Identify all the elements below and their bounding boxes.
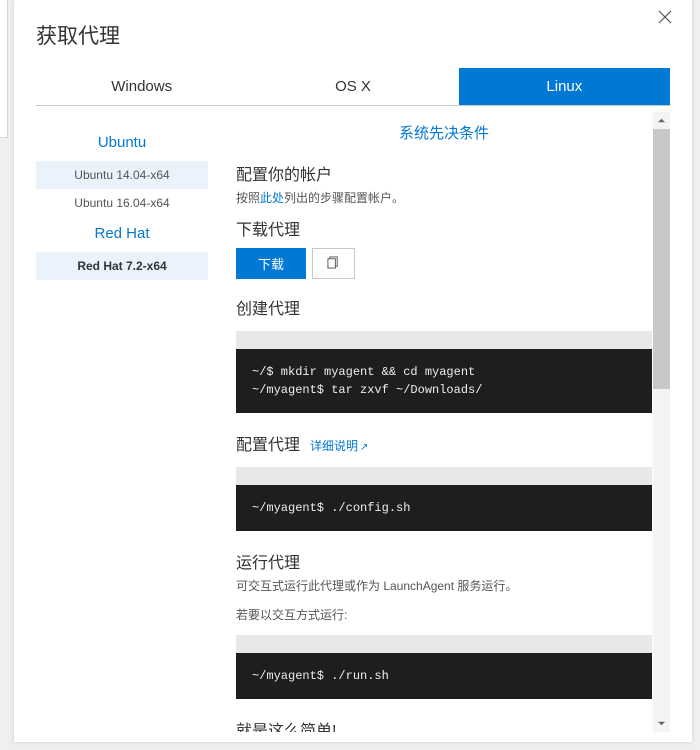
download-heading: 下载代理 — [236, 216, 652, 240]
configure-account-subtext: 按照此处列出的步骤配置帐户。 — [236, 189, 652, 206]
scroll-up-button[interactable] — [653, 112, 670, 129]
external-link-icon: ↗ — [360, 442, 368, 453]
done-heading: 就是这么简单! — [236, 717, 652, 732]
configure-account-link[interactable]: 此处 — [260, 191, 284, 205]
config-code: ~/myagent$ ./config.sh — [236, 485, 652, 531]
config-detail-link-text: 详细说明 — [310, 439, 358, 453]
run-agent-heading: 运行代理 — [236, 549, 652, 573]
sidebar-item-redhat72[interactable]: Red Hat 7.2-x64 — [36, 252, 208, 280]
configure-account-heading: 配置你的帐户 — [236, 161, 652, 185]
code-bar — [236, 467, 652, 485]
prerequisites-link[interactable]: 系统先决条件 — [236, 106, 652, 151]
config-detail-link[interactable]: 详细说明↗ — [310, 437, 368, 454]
run-code: ~/myagent$ ./run.sh — [236, 653, 652, 699]
code-bar — [236, 331, 652, 349]
config-codeblock: ~/myagent$ ./config.sh — [236, 467, 652, 531]
distro-sidebar: Ubuntu Ubuntu 14.04-x64 Ubuntu 16.04-x64… — [36, 106, 208, 732]
create-agent-heading: 创建代理 — [236, 295, 652, 319]
config-agent-heading: 配置代理 — [236, 431, 300, 455]
download-button-row: 下载 — [236, 248, 652, 279]
run-subtext-2: 若要以交互方式运行: — [236, 606, 652, 623]
tab-windows[interactable]: Windows — [36, 68, 247, 105]
chevron-up-icon — [657, 116, 666, 125]
create-code: ~/$ mkdir myagent && cd myagent ~/myagen… — [236, 349, 652, 413]
chevron-down-icon — [657, 719, 666, 728]
content-scroll: 系统先决条件 配置你的帐户 按照此处列出的步骤配置帐户。 下载代理 下载 创建代… — [236, 106, 670, 732]
tab-linux[interactable]: Linux — [459, 68, 670, 105]
run-codeblock: ~/myagent$ ./run.sh — [236, 635, 652, 699]
os-tabs: Windows OS X Linux — [36, 68, 670, 106]
copy-button[interactable] — [312, 248, 355, 279]
download-button[interactable]: 下载 — [236, 248, 306, 279]
sidebar-item-ubuntu16[interactable]: Ubuntu 16.04-x64 — [36, 189, 208, 217]
run-subtext-1: 可交互式运行此代理或作为 LaunchAgent 服务运行。 — [236, 577, 652, 594]
close-icon — [658, 10, 672, 24]
left-strip — [0, 0, 8, 138]
scrollbar[interactable] — [653, 112, 670, 732]
sidebar-group-redhat: Red Hat — [36, 217, 208, 252]
dialog-body: Ubuntu Ubuntu 14.04-x64 Ubuntu 16.04-x64… — [14, 106, 692, 742]
code-bar — [236, 635, 652, 653]
close-button[interactable] — [658, 10, 678, 30]
sidebar-item-ubuntu14[interactable]: Ubuntu 14.04-x64 — [36, 161, 208, 189]
content-wrap: 系统先决条件 配置你的帐户 按照此处列出的步骤配置帐户。 下载代理 下载 创建代… — [236, 106, 670, 732]
get-agent-dialog: 获取代理 Windows OS X Linux Ubuntu Ubuntu 14… — [14, 0, 692, 742]
sidebar-group-ubuntu: Ubuntu — [36, 126, 208, 161]
configure-account-prefix: 按照 — [236, 191, 260, 205]
tab-osx[interactable]: OS X — [247, 68, 458, 105]
scroll-down-button[interactable] — [653, 715, 670, 732]
config-agent-heading-row: 配置代理 详细说明↗ — [236, 431, 652, 455]
dialog-title: 获取代理 — [14, 0, 692, 68]
create-codeblock: ~/$ mkdir myagent && cd myagent ~/myagen… — [236, 331, 652, 413]
scroll-thumb[interactable] — [653, 129, 670, 389]
configure-account-suffix: 列出的步骤配置帐户。 — [284, 191, 404, 205]
copy-icon — [327, 256, 340, 269]
